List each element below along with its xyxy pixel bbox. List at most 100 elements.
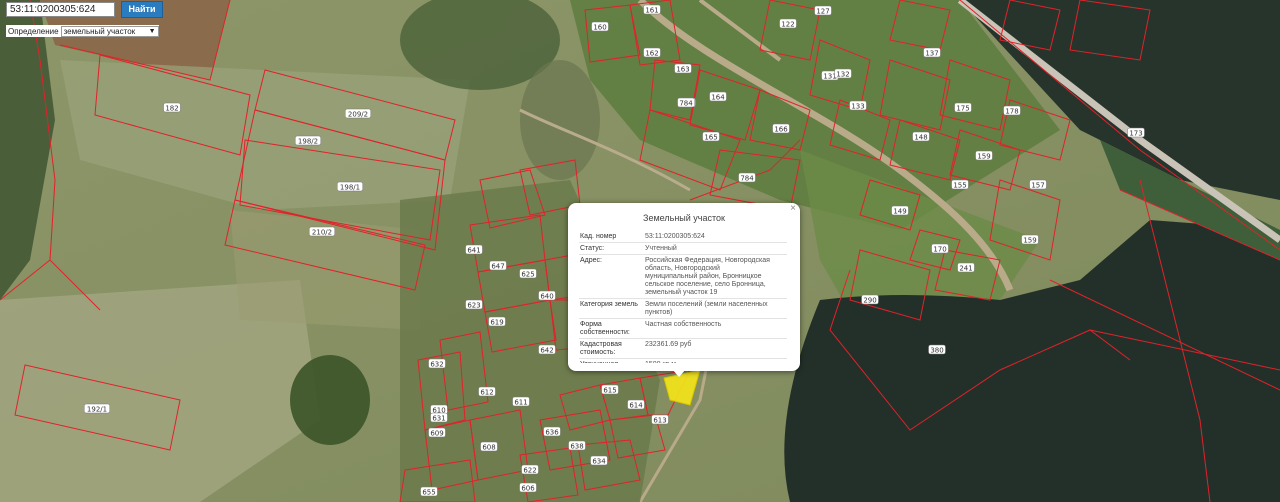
svg-text:137: 137: [925, 50, 938, 58]
popup-attributes: Кад. номер 53:11:0200305:624 Статус: Учтенн…: [579, 231, 787, 363]
svg-text:641: 641: [467, 247, 480, 255]
parcel-label: 160: [591, 21, 609, 32]
popup-pointer: [672, 369, 686, 377]
popup-row-value: 1500 кв.м: [642, 359, 773, 363]
svg-text:122: 122: [781, 21, 794, 29]
popup-row-value: Учтенный: [645, 245, 677, 252]
popup-title: Земельный участок: [643, 213, 725, 223]
popup-row: Кад. номер 53:11:0200305:624: [579, 231, 787, 243]
parcel-label: 210/2: [309, 226, 335, 237]
svg-text:606: 606: [521, 485, 535, 493]
svg-text:159: 159: [977, 153, 990, 161]
svg-text:613: 613: [653, 417, 666, 425]
popup-row: Адрес: Российская Федерация, Новгородская…: [579, 255, 787, 299]
svg-text:632: 632: [430, 361, 443, 369]
parcel-label: 611: [512, 396, 530, 407]
identify-mode-row: Определение земельный участок ▼: [6, 25, 159, 37]
svg-text:198/2: 198/2: [298, 138, 318, 146]
cadastral-search-input[interactable]: [6, 2, 115, 17]
parcel-label: 163: [674, 63, 692, 74]
parcel-label: 122: [779, 18, 797, 29]
parcel-label: 159: [1021, 234, 1039, 245]
parcel-label: 784: [677, 97, 695, 108]
svg-text:614: 614: [629, 402, 643, 410]
parcel-label: 784: [738, 172, 756, 183]
svg-text:132: 132: [836, 71, 849, 79]
parcel-label: 178: [1003, 105, 1021, 116]
svg-text:612: 612: [480, 389, 493, 397]
parcel-label: 133: [849, 100, 867, 111]
popup-row: Статус: Учтенный: [579, 243, 787, 255]
svg-text:160: 160: [593, 24, 606, 32]
svg-text:611: 611: [514, 399, 527, 407]
svg-text:149: 149: [893, 208, 906, 216]
parcel-label: 612: [478, 386, 496, 397]
popup-row-key: Форма собственности:: [580, 321, 630, 336]
search-button[interactable]: Найти: [121, 1, 163, 18]
svg-text:636: 636: [545, 429, 559, 437]
parcel-label: 623: [465, 299, 483, 310]
parcel-label: 642: [538, 344, 556, 355]
svg-text:163: 163: [676, 66, 689, 74]
svg-text:290: 290: [863, 297, 876, 305]
parcel-label: 625: [519, 268, 537, 279]
popup-row-key: Адрес:: [580, 257, 602, 264]
svg-text:647: 647: [491, 263, 504, 271]
parcel-label: 166: [772, 123, 790, 134]
parcel-label: 155: [951, 179, 969, 190]
identify-mode-label: Определение: [8, 26, 59, 36]
svg-text:622: 622: [523, 467, 536, 475]
parcel-label: 157: [1029, 179, 1047, 190]
parcel-label: 161: [643, 4, 661, 15]
popup-row-key: Кад. номер: [580, 233, 617, 240]
parcel-label: 614: [627, 399, 645, 410]
svg-text:173: 173: [1129, 130, 1142, 138]
svg-text:609: 609: [430, 430, 443, 438]
parcel-label: 606: [519, 482, 537, 493]
popup-row-key: Статус:: [580, 245, 605, 252]
parcel-label: 162: [643, 47, 661, 58]
identify-mode-value: земельный участок: [63, 26, 136, 36]
parcel-label: 636: [543, 426, 561, 437]
svg-text:784: 784: [740, 175, 754, 183]
svg-text:638: 638: [570, 443, 583, 451]
parcel-label: 622: [521, 464, 539, 475]
svg-text:182: 182: [165, 105, 178, 113]
parcel-label: 632: [428, 358, 446, 369]
svg-text:241: 241: [959, 265, 972, 273]
parcel-label: 198/1: [337, 181, 363, 192]
svg-text:148: 148: [914, 134, 927, 142]
parcel-label: 638: [568, 440, 586, 451]
svg-text:619: 619: [490, 319, 503, 327]
parcel-label: 631: [430, 412, 448, 423]
parcel-info-popup: × Земельный участок Кад. номер 53:11:0200…: [568, 203, 800, 377]
parcel-label: 290: [861, 294, 879, 305]
svg-text:164: 164: [711, 94, 725, 102]
svg-text:198/1: 198/1: [340, 184, 360, 192]
parcel-label: 615: [601, 384, 619, 395]
svg-text:133: 133: [851, 103, 864, 111]
parcel-label: 380: [928, 344, 946, 355]
popup-row: Категория земель Земли поселений (земли н…: [579, 299, 787, 319]
parcel-label: 641: [465, 244, 483, 255]
parcel-label: 170: [931, 243, 949, 254]
parcel-label: 613: [651, 414, 669, 425]
parcel-label: 209/2: [345, 108, 371, 119]
parcel-label: 127: [814, 5, 832, 16]
parcel-label: 198/2: [295, 135, 321, 146]
svg-text:127: 127: [816, 8, 829, 16]
svg-text:784: 784: [679, 100, 693, 108]
popup-row-value: Российская Федерация, Новгородская облас…: [645, 257, 770, 296]
svg-text:640: 640: [540, 293, 553, 301]
parcel-label: 159: [975, 150, 993, 161]
popup-row-key: Уточненная площадь:: [579, 359, 642, 363]
svg-text:642: 642: [540, 347, 553, 355]
parcel-label: 137: [923, 47, 941, 58]
svg-text:209/2: 209/2: [348, 111, 368, 119]
parcel-label: 182: [163, 102, 181, 113]
popup-row-key: Кадастровая стоимость:: [580, 341, 622, 356]
identify-mode-select[interactable]: земельный участок ▼: [60, 25, 159, 37]
parcel-label: 241: [957, 262, 975, 273]
popup-row-value: Земли поселений (земли населенных пункто…: [645, 301, 768, 316]
svg-text:655: 655: [422, 489, 435, 497]
